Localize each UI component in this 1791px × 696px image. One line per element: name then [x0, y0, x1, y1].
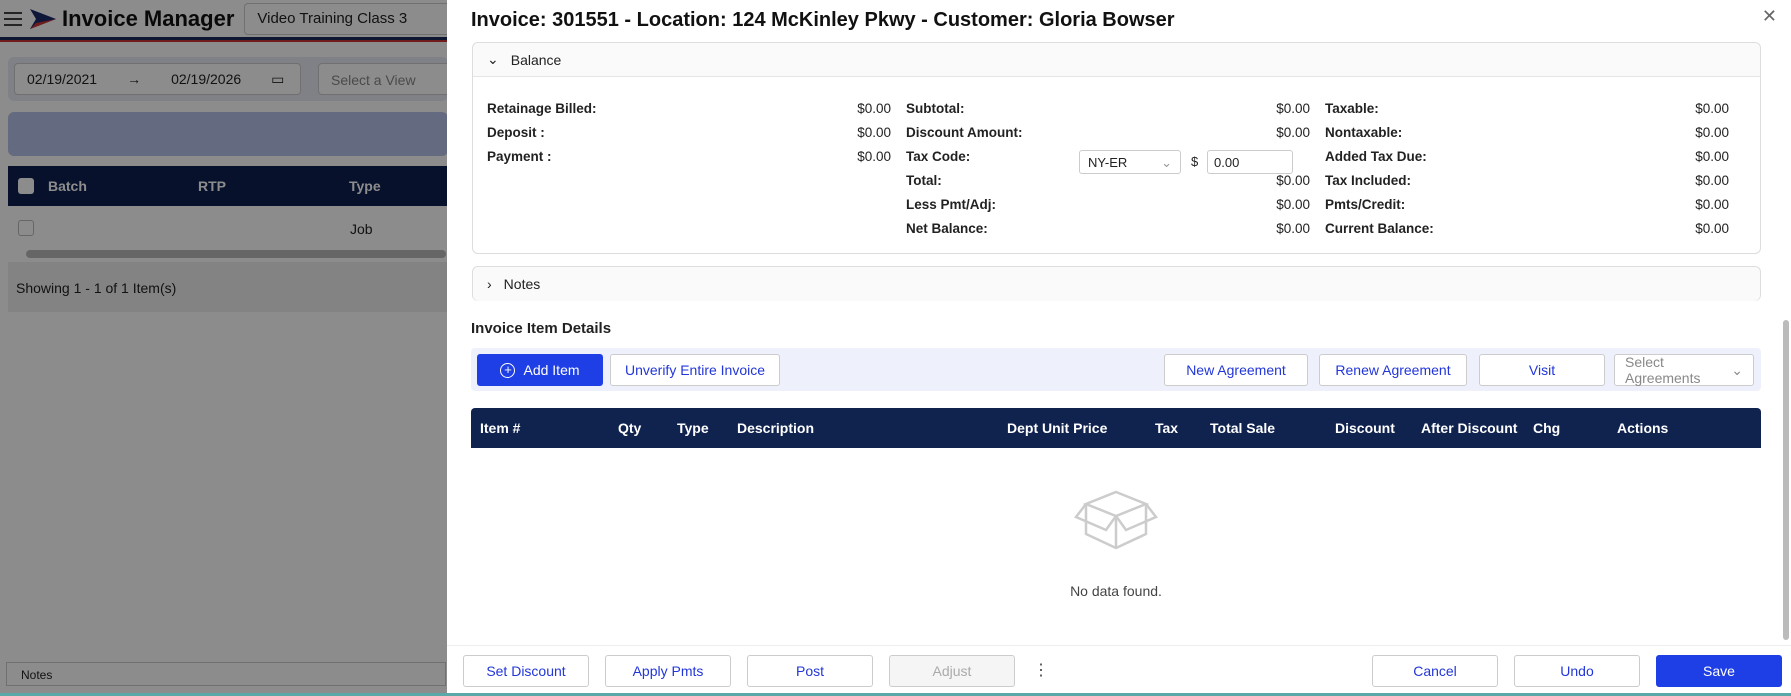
- renew-agreement-button[interactable]: Renew Agreement: [1319, 354, 1467, 386]
- chevron-down-icon: ⌄: [1161, 155, 1172, 170]
- balance-label: Subtotal:: [906, 101, 965, 116]
- balance-row: Pmts/Credit: $0.00: [1325, 197, 1729, 221]
- modal-footer: Set Discount Apply Pmts Post Adjust ⋮ Ca…: [447, 645, 1791, 696]
- invoice-modal: Invoice: 301551 - Location: 124 McKinley…: [447, 0, 1791, 696]
- balance-value: $0.00: [857, 101, 891, 116]
- save-button[interactable]: Save: [1656, 655, 1782, 687]
- balance-label: Payment :: [487, 149, 552, 164]
- vertical-scrollbar[interactable]: [1783, 320, 1789, 640]
- balance-label: Balance: [510, 51, 562, 68]
- balance-row: Tax Included: $0.00: [1325, 173, 1729, 197]
- close-icon[interactable]: ✕: [1762, 6, 1777, 27]
- chevron-down-icon: ⌄: [487, 51, 499, 67]
- select-agreements-dropdown[interactable]: Select Agreements ⌄: [1614, 354, 1754, 386]
- balance-row: Current Balance: $0.00: [1325, 221, 1729, 245]
- undo-button[interactable]: Undo: [1514, 655, 1640, 687]
- balance-value: $0.00: [1695, 221, 1729, 236]
- balance-label: Retainage Billed:: [487, 101, 597, 116]
- col-header: Tax: [1155, 420, 1179, 436]
- balance-row: Total: $0.00: [906, 173, 1310, 197]
- notes-header[interactable]: › Notes: [473, 267, 1760, 301]
- balance-row: Retainage Billed: $0.00: [487, 101, 891, 125]
- notes-panel[interactable]: › Notes: [472, 266, 1761, 301]
- col-header: After Discount: [1421, 420, 1518, 436]
- balance-value: $0.00: [1276, 125, 1310, 140]
- col-header: Description: [737, 420, 815, 436]
- balance-header[interactable]: ⌄ Balance: [473, 43, 1760, 77]
- currency-symbol: $: [1191, 154, 1199, 169]
- balance-label: Added Tax Due:: [1325, 149, 1427, 164]
- no-data-text: No data found.: [1070, 583, 1162, 599]
- empty-box-icon: [1074, 490, 1158, 550]
- balance-label: Tax Included:: [1325, 173, 1412, 188]
- chevron-down-icon: ⌄: [1731, 361, 1743, 378]
- balance-label: Nontaxable:: [1325, 125, 1403, 140]
- balance-col-1: Retainage Billed: $0.00 Deposit : $0.00 Paym…: [487, 101, 891, 173]
- balance-panel: ⌄ Balance Retainage Billed: $0.00 Deposit :…: [472, 42, 1761, 254]
- balance-row: Subtotal: $0.00: [906, 101, 1310, 125]
- balance-col-3: Taxable: $0.00 Nontaxable: $0.00 Added Tax D…: [1325, 101, 1729, 245]
- balance-label: Taxable:: [1325, 101, 1379, 116]
- balance-value: $0.00: [1695, 149, 1729, 164]
- plus-circle-icon: +: [500, 362, 516, 378]
- balance-row: Added Tax Due: $0.00: [1325, 149, 1729, 173]
- balance-row: Net Balance: $0.00: [906, 221, 1310, 245]
- adjust-button[interactable]: Adjust: [889, 655, 1015, 687]
- empty-state: No data found.: [471, 450, 1761, 599]
- items-section-title: Invoice Item Details: [471, 320, 612, 337]
- balance-value: $0.00: [1695, 101, 1729, 116]
- post-button[interactable]: Post: [747, 655, 873, 687]
- balance-label: Net Balance:: [906, 221, 988, 236]
- balance-label: Deposit :: [487, 125, 545, 140]
- balance-value: $0.00: [1276, 221, 1310, 236]
- balance-label: Current Balance:: [1325, 221, 1434, 236]
- balance-label: Total:: [906, 173, 942, 188]
- more-options-icon[interactable]: ⋮: [1033, 660, 1049, 680]
- set-discount-button[interactable]: Set Discount: [463, 655, 589, 687]
- balance-value: $0.00: [1276, 197, 1310, 212]
- col-header: Actions: [1617, 420, 1669, 436]
- balance-row: Deposit : $0.00: [487, 125, 891, 149]
- col-header: Total Sale: [1210, 420, 1276, 436]
- visit-button[interactable]: Visit: [1479, 354, 1605, 386]
- col-header: Discount: [1335, 420, 1395, 436]
- items-toolbar: + Add Item Unverify Entire Invoice New Ag…: [471, 348, 1761, 391]
- notes-label: Notes: [503, 276, 541, 292]
- balance-value: $0.00: [1695, 197, 1729, 212]
- add-item-button[interactable]: + Add Item: [477, 354, 603, 386]
- balance-value: $0.00: [1695, 125, 1729, 140]
- balance-row: Less Pmt/Adj: $0.00: [906, 197, 1310, 221]
- cancel-button[interactable]: Cancel: [1372, 655, 1498, 687]
- modal-title: Invoice: 301551 - Location: 124 McKinley…: [471, 9, 1175, 31]
- col-header: Qty: [618, 420, 642, 436]
- balance-value: $0.00: [1695, 173, 1729, 188]
- tax-amount-input[interactable]: 0.00: [1207, 150, 1293, 174]
- apply-pmts-button[interactable]: Apply Pmts: [605, 655, 731, 687]
- col-header: Unit Price: [1042, 420, 1108, 436]
- balance-value: $0.00: [857, 149, 891, 164]
- balance-row: Discount Amount: $0.00: [906, 125, 1310, 149]
- col-header: Type: [677, 420, 709, 436]
- new-agreement-button[interactable]: New Agreement: [1164, 354, 1308, 386]
- unverify-invoice-button[interactable]: Unverify Entire Invoice: [610, 354, 780, 386]
- tax-code-select[interactable]: NY-ER ⌄: [1079, 150, 1181, 174]
- balance-row: Payment : $0.00: [487, 149, 891, 173]
- chevron-right-icon: ›: [487, 276, 492, 292]
- balance-row: Taxable: $0.00: [1325, 101, 1729, 125]
- balance-label: Pmts/Credit:: [1325, 197, 1406, 212]
- items-table-header: Item # Qty Type Description Dept Unit Price Ta…: [471, 408, 1761, 448]
- balance-value: $0.00: [857, 125, 891, 140]
- balance-label: Tax Code:: [906, 149, 971, 164]
- balance-label: Discount Amount:: [906, 125, 1023, 140]
- col-header: Chg: [1533, 420, 1561, 436]
- balance-value: $0.00: [1276, 101, 1310, 116]
- balance-value: $0.00: [1276, 173, 1310, 188]
- col-header: Dept: [1007, 420, 1039, 436]
- balance-row: Nontaxable: $0.00: [1325, 125, 1729, 149]
- balance-label: Less Pmt/Adj:: [906, 197, 997, 212]
- col-header: Item #: [480, 420, 521, 436]
